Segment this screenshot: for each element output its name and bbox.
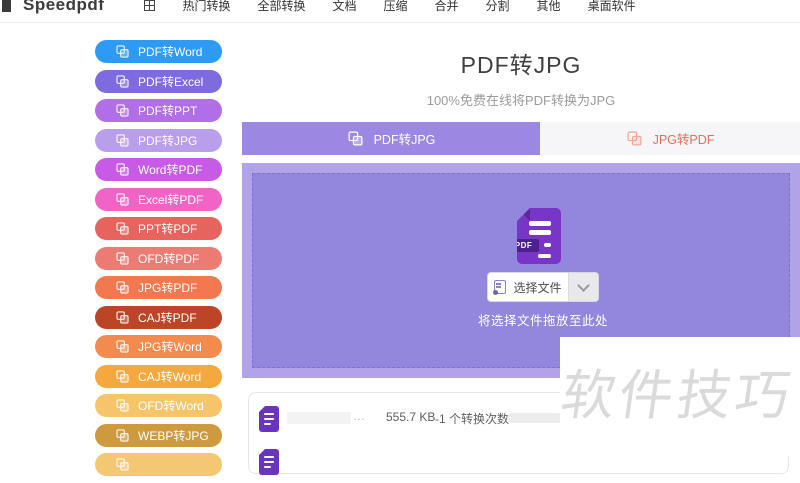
nav-item[interactable]: 文档 xyxy=(332,0,356,14)
convert-pages-icon xyxy=(627,131,642,146)
sidebar-conversion-button[interactable]: Excel转PDF xyxy=(95,187,222,211)
sidebar-conversion-button[interactable]: WEBP转JPG xyxy=(95,423,222,447)
logo[interactable]: Speedpdf xyxy=(23,0,104,15)
tab-pdf-to-jpg[interactable]: PDF转JPG xyxy=(242,122,540,155)
sidebar-button-label: PDF转JPG xyxy=(138,133,198,148)
filename-ellipsis: … xyxy=(353,409,365,423)
sidebar-button-label: WEBP转JPG xyxy=(138,428,209,443)
convert-pages-icon xyxy=(116,74,129,88)
sidebar-conversion-button[interactable] xyxy=(95,453,222,476)
convert-pages-icon xyxy=(116,428,129,442)
sidebar-button-label: PDF转Excel xyxy=(138,74,204,89)
select-file-label: 选择文件 xyxy=(513,280,562,295)
convert-pages-icon xyxy=(116,133,129,147)
pdf-file-type-icon xyxy=(259,449,279,475)
sidebar-conversion-button[interactable]: PDF转JPG xyxy=(95,128,222,152)
sidebar-conversion-button[interactable]: CAJ转Word xyxy=(95,364,222,388)
sidebar-button-label: OFD转PDF xyxy=(138,251,200,266)
top-nav-items: 热门转换 全部转换 文档 压缩 合并 分割 其他 桌面软件 xyxy=(182,0,635,14)
pdf-file-type-icon xyxy=(259,406,279,432)
convert-pages-icon xyxy=(348,131,363,146)
sidebar-conversion-button[interactable]: OFD转Word xyxy=(95,394,222,417)
sidebar-button-label: JPG转PDF xyxy=(138,281,198,295)
tab-label: PDF转JPG xyxy=(373,133,436,147)
top-header: Speedpdf 热门转换 全部转换 文档 压缩 合并 分割 其他 桌面软件 xyxy=(0,0,800,23)
nav-item[interactable]: 桌面软件 xyxy=(588,0,636,14)
sidebar-conversion-button[interactable]: PDF转Excel xyxy=(95,69,222,93)
tab-label: JPG转PDF xyxy=(652,133,715,147)
redacted-progress xyxy=(507,413,563,423)
convert-pages-icon xyxy=(116,340,129,353)
sidebar-conversion-button[interactable]: JPG转PDF xyxy=(95,276,222,299)
select-file-button[interactable]: 选择文件 xyxy=(487,272,599,302)
select-file-dropdown[interactable] xyxy=(568,273,598,301)
page-title: PDF转JPG xyxy=(460,52,582,78)
top-nav: 热门转换 全部转换 文档 压缩 合并 分割 其他 桌面软件 xyxy=(144,0,636,14)
sidebar-conversion-button[interactable]: OFD转PDF xyxy=(95,246,222,270)
convert-pages-icon xyxy=(116,310,129,324)
nav-item[interactable]: 合并 xyxy=(435,0,459,14)
page-subtitle: 100%免费在线将PDF转换为JPG xyxy=(426,93,616,108)
chevron-down-icon xyxy=(577,279,590,292)
watermark-text: 软件技巧 xyxy=(560,366,798,426)
sidebar-conversion-button[interactable]: Word转PDF xyxy=(95,158,222,181)
conversion-tabs: PDF转JPG JPG转PDF xyxy=(242,122,800,155)
nav-item[interactable]: 全部转换 xyxy=(257,0,305,14)
sidebar-conversion-button[interactable]: PPT转PDF xyxy=(95,217,222,240)
sidebar-conversion-button[interactable]: CAJ转PDF xyxy=(95,305,222,329)
nav-item[interactable]: 分割 xyxy=(486,0,510,14)
nav-item[interactable]: 热门转换 xyxy=(182,0,230,14)
sidebar-conversion-button[interactable]: PDF转Word xyxy=(95,40,222,63)
convert-pages-icon xyxy=(116,163,129,176)
drop-hint-text: 将选择文件拖放至此处 xyxy=(478,314,609,328)
sidebar-button-label: Excel转PDF xyxy=(138,192,204,207)
tab-jpg-to-pdf[interactable]: JPG转PDF xyxy=(540,122,800,155)
nav-item[interactable]: 其他 xyxy=(537,0,561,14)
convert-pages-icon xyxy=(116,222,129,235)
pdf-file-icon: PDF xyxy=(517,208,561,264)
convert-pages-icon xyxy=(116,369,129,383)
conversion-sidebar: PDF转Word PDF转Excel PDF转PPT PDF转JPG Word转… xyxy=(95,40,222,483)
file-size: 555.7 KB xyxy=(386,410,436,424)
convert-pages-icon xyxy=(116,45,129,58)
grid-icon xyxy=(144,0,156,11)
sidebar-button-label: PDF转Word xyxy=(138,45,203,59)
logo-icon xyxy=(2,0,11,12)
convert-pages-icon xyxy=(116,281,129,294)
convert-pages-icon xyxy=(116,399,129,412)
sidebar-button-label: PPT转PDF xyxy=(138,222,198,236)
convert-pages-icon xyxy=(116,104,129,117)
sidebar-button-label: Word转PDF xyxy=(138,163,203,177)
convert-pages-icon xyxy=(116,458,129,471)
redacted-filename xyxy=(287,412,351,424)
conversion-count: -1 个转换次数 xyxy=(435,412,510,426)
sidebar-conversion-button[interactable]: PDF转PPT xyxy=(95,99,222,122)
watermark-overlay: 软件技巧 xyxy=(560,337,800,456)
sidebar-conversion-button[interactable]: JPG转Word xyxy=(95,335,222,358)
nav-item[interactable]: 压缩 xyxy=(384,0,408,14)
document-icon xyxy=(493,280,507,295)
sidebar-button-label: OFD转Word xyxy=(138,399,204,413)
convert-pages-icon xyxy=(116,251,129,265)
sidebar-button-label: PDF转PPT xyxy=(138,104,198,118)
convert-pages-icon xyxy=(116,192,129,206)
sidebar-button-label: JPG转Word xyxy=(138,340,202,354)
sidebar-button-label: CAJ转PDF xyxy=(138,310,197,325)
sidebar-button-label: CAJ转Word xyxy=(138,369,202,384)
